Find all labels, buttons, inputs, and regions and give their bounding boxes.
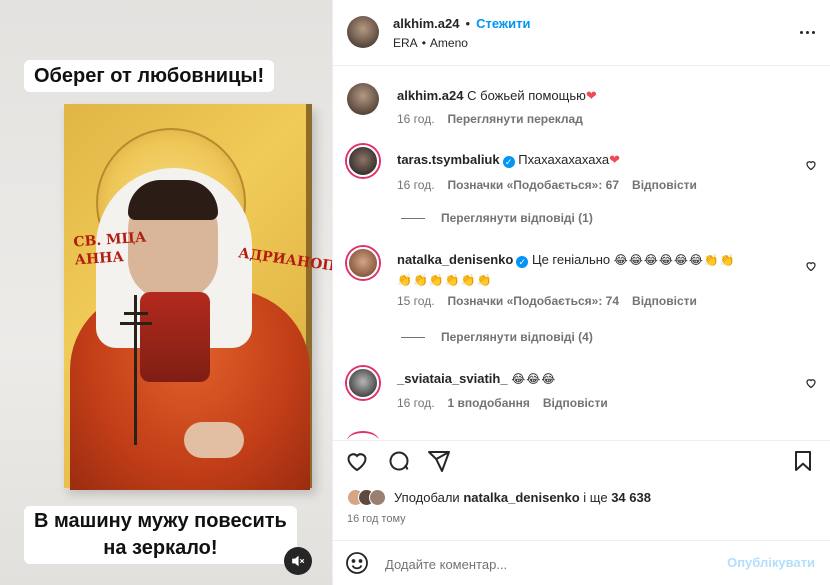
comment-item: _sviataia_sviatih_ 😂😂😂 16 год. 1 вподоба…: [347, 365, 817, 415]
reply-button[interactable]: Відповісти: [632, 294, 697, 308]
divider: [401, 336, 425, 338]
comment-icon: [389, 451, 409, 471]
avatar[interactable]: [347, 83, 379, 115]
comment-like-button[interactable]: [805, 159, 817, 171]
comment-time[interactable]: 16 год.: [397, 112, 435, 126]
partial-avatar: [347, 431, 379, 439]
post-author-username[interactable]: alkhim.a24: [393, 16, 460, 31]
see-translation-button[interactable]: Переглянути переклад: [448, 112, 583, 126]
hand: [184, 422, 244, 458]
comment-time[interactable]: 15 год.: [397, 294, 435, 308]
verified-badge-icon: ✓: [502, 156, 515, 168]
more-horizontal-icon: [799, 30, 815, 34]
caption-bottom: В машину мужу повесить на зеркало!: [24, 506, 297, 564]
post-header: alkhim.a24 • Стежити ERA • Ameno: [333, 0, 830, 66]
avatar[interactable]: [347, 16, 379, 48]
comment-text: С божьей помощью: [467, 88, 586, 103]
caption-top: Оберег от любовницы!: [24, 60, 275, 92]
post-media[interactable]: СВ. МЦА АННА АДРИАНОП Оберег от любовниц…: [0, 0, 332, 585]
audio-separator: •: [421, 36, 426, 50]
comment-input[interactable]: [385, 553, 715, 575]
cross-bar: [124, 312, 148, 315]
follow-button[interactable]: Стежити: [476, 16, 530, 31]
avatar[interactable]: [347, 247, 379, 279]
post-actions: Уподобали natalka_denisenko і ще 34 638 …: [333, 440, 830, 540]
comment-item: natalka_denisenko ✓ Це геніально 😂😂😂😂😂😂👏👏…: [347, 241, 817, 311]
icon-inscription-left: СВ. МЦА АННА: [72, 229, 147, 269]
emoji-button[interactable]: [345, 551, 369, 575]
comment-text: Пхахахахахаха: [518, 152, 610, 167]
hair: [128, 180, 218, 220]
comments-list[interactable]: alkhim.a24 С божьей помощью❤ 16 год. Пер…: [333, 67, 830, 439]
liked-by-and: і ще: [583, 490, 608, 505]
cross-bar: [120, 322, 152, 325]
comment-likes[interactable]: 1 вподобання: [448, 396, 530, 410]
divider: [401, 217, 425, 219]
heart-outline-icon: [806, 379, 816, 389]
comment-time[interactable]: 16 год.: [397, 178, 435, 192]
view-replies-button[interactable]: Переглянути відповіді (4): [401, 330, 593, 344]
bookmark-icon: [795, 451, 811, 471]
comment-username[interactable]: _sviataia_sviatih_: [397, 371, 508, 386]
comment-time[interactable]: 16 год.: [397, 396, 435, 410]
audio-artist: ERA: [393, 36, 418, 50]
avatar[interactable]: [347, 367, 379, 399]
comment-username[interactable]: taras.tsymbaliuk: [397, 152, 500, 167]
comment-text: Це геніально: [531, 252, 611, 267]
avatar[interactable]: [347, 145, 379, 177]
comment-likes[interactable]: Позначки «Подобається»: 74: [448, 294, 619, 308]
comment-like-button[interactable]: [805, 377, 817, 389]
like-button[interactable]: [345, 449, 369, 473]
liked-by-user[interactable]: natalka_denisenko: [463, 490, 579, 505]
heart-icon: [347, 453, 367, 472]
more-options-button[interactable]: [795, 22, 819, 42]
comment-emoji: 👏👏👏👏👏👏: [397, 273, 493, 287]
heart-emoji: ❤: [585, 88, 597, 103]
liked-by: Уподобали natalka_denisenko і ще 34 638: [347, 489, 651, 506]
view-replies-button[interactable]: Переглянути відповіді (1): [401, 211, 593, 225]
comment-likes[interactable]: Позначки «Подобається»: 67: [448, 178, 619, 192]
mute-button[interactable]: [284, 547, 312, 575]
comment-username[interactable]: natalka_denisenko: [397, 252, 513, 267]
comment-item: taras.tsymbaliuk ✓ Пхахахахахаха❤ 16 год.…: [347, 145, 817, 195]
cross-icon: [134, 295, 137, 445]
audio-info[interactable]: ERA • Ameno: [393, 36, 468, 50]
add-comment-bar: Опублікувати: [333, 540, 830, 585]
smiley-icon: [346, 552, 368, 574]
avatar: [369, 489, 386, 506]
liked-by-count[interactable]: 34 638: [611, 490, 651, 505]
liked-by-prefix: Уподобали: [394, 490, 460, 505]
comment-emoji: 😂😂😂: [511, 372, 557, 386]
reply-button[interactable]: Відповісти: [632, 178, 697, 192]
share-button[interactable]: [427, 449, 451, 473]
comment-username[interactable]: alkhim.a24: [397, 88, 464, 103]
liked-avatars[interactable]: [347, 489, 386, 506]
comment-like-button[interactable]: [805, 260, 817, 272]
publish-button[interactable]: Опублікувати: [727, 555, 815, 570]
post-time[interactable]: 16 год тому: [347, 513, 406, 525]
save-button[interactable]: [791, 449, 815, 473]
share-icon: [428, 451, 450, 472]
caption-comment: alkhim.a24 С божьей помощью❤ 16 год. Пер…: [347, 83, 817, 143]
reply-button[interactable]: Відповісти: [543, 396, 608, 410]
separator: •: [465, 16, 471, 31]
view-replies-label: Переглянути відповіді (4): [441, 330, 593, 344]
comment-emoji: 😂😂😂😂😂😂👏👏: [613, 253, 736, 267]
post-panel: alkhim.a24 • Стежити ERA • Ameno alkhim.…: [332, 0, 830, 585]
speaker-muted-icon: [292, 555, 305, 567]
view-replies-label: Переглянути відповіді (1): [441, 211, 593, 225]
comment-button[interactable]: [387, 449, 411, 473]
robe-collar: [140, 292, 210, 382]
verified-badge-icon: ✓: [516, 256, 529, 268]
heart-emoji: ❤: [609, 152, 620, 167]
heart-outline-icon: [806, 161, 816, 171]
audio-track: Ameno: [429, 36, 468, 50]
heart-outline-icon: [806, 262, 816, 272]
